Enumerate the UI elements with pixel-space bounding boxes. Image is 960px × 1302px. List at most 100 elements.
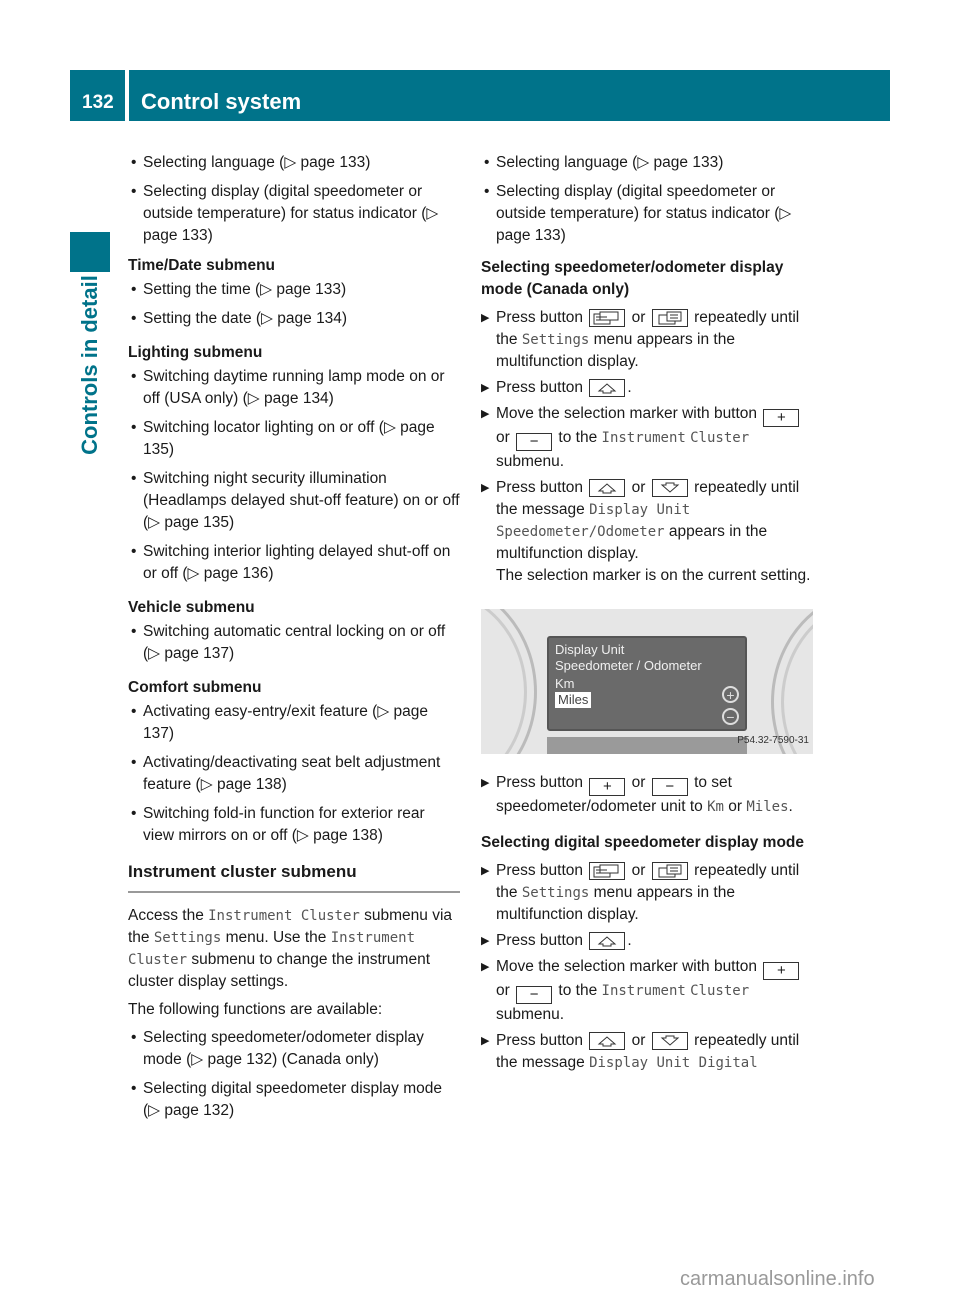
text: Press button bbox=[496, 862, 584, 879]
section-heading: Instrument cluster submenu bbox=[128, 861, 460, 893]
text: to the bbox=[558, 429, 598, 446]
minus-button-icon: − bbox=[651, 778, 688, 796]
text: or bbox=[631, 1032, 646, 1049]
step: Press button or repeatedly until the mes… bbox=[481, 477, 813, 587]
display-message: Display Unit bbox=[589, 502, 691, 518]
up-arrow-button-icon bbox=[589, 1032, 626, 1050]
page-title: Control system bbox=[129, 70, 890, 121]
text: the bbox=[496, 331, 518, 348]
display-back-button-icon bbox=[589, 309, 626, 327]
menu-name: Cluster bbox=[690, 983, 750, 999]
up-arrow-button-icon bbox=[589, 479, 626, 497]
display-message: Speedometer/Odometer bbox=[496, 524, 665, 540]
text: submenu. bbox=[496, 453, 565, 470]
submenu-heading: Lighting submenu bbox=[128, 344, 263, 361]
display-message: Display Unit Digital bbox=[589, 1055, 758, 1071]
list-item: Switching night security illumination (H… bbox=[128, 468, 460, 534]
text: to the bbox=[558, 982, 598, 999]
text: . bbox=[788, 798, 793, 815]
text: or bbox=[496, 429, 510, 446]
procedure-heading: Selecting digital speedometer display mo… bbox=[481, 834, 805, 851]
list-item: Selecting speedometer/odometer display m… bbox=[128, 1027, 460, 1071]
display-option: Km bbox=[555, 676, 575, 691]
list-item: Setting the time (▷ page 133) bbox=[128, 279, 460, 301]
side-tab: Controls in detail bbox=[70, 275, 110, 455]
list-item: Switching fold-in function for exterior … bbox=[128, 803, 460, 847]
page-number: 132 bbox=[70, 70, 125, 121]
text: the message bbox=[496, 1054, 585, 1071]
text: or bbox=[631, 862, 646, 879]
list-item: Selecting language (▷ page 133) bbox=[481, 152, 813, 174]
down-arrow-button-icon bbox=[651, 479, 688, 497]
display-forward-button-icon bbox=[651, 862, 688, 880]
step: Press button or repeatedly until the Set… bbox=[481, 860, 813, 926]
minus-button-icon: − bbox=[516, 433, 553, 451]
step: Press button or repeatedly until the mes… bbox=[481, 1030, 813, 1074]
side-tab-label: Controls in detail bbox=[77, 275, 102, 455]
submenu-heading: Comfort submenu bbox=[128, 679, 262, 696]
menu-name: Settings bbox=[153, 930, 222, 946]
list-item: Switching automatic central locking on o… bbox=[128, 621, 460, 665]
text: or bbox=[723, 798, 747, 815]
step: Press button . bbox=[481, 930, 813, 952]
list-item: Activating easy-entry/exit feature (▷ pa… bbox=[128, 701, 460, 745]
display-line: Speedometer / Odometer bbox=[555, 658, 702, 673]
minus-circle-icon: − bbox=[722, 708, 739, 725]
step: Press button or repeatedly until the Set… bbox=[481, 307, 813, 373]
step: Press button + or − to set speedometer/o… bbox=[481, 772, 813, 818]
paragraph: Access the Instrument Cluster submenu vi… bbox=[128, 905, 460, 993]
text: the message bbox=[496, 501, 585, 518]
text: Move the selection marker with button bbox=[496, 405, 758, 422]
text: repeatedly until bbox=[694, 309, 800, 326]
menu-name: Settings bbox=[521, 332, 590, 348]
list-item: Activating/deactivating seat belt adjust… bbox=[128, 752, 460, 796]
side-tab-block bbox=[70, 232, 110, 272]
text: repeatedly until bbox=[694, 1032, 800, 1049]
step: Press button . bbox=[481, 377, 813, 399]
text: Press button bbox=[496, 479, 584, 496]
down-arrow-button-icon bbox=[651, 1032, 688, 1050]
list-item: Selecting display (digital speedometer o… bbox=[481, 181, 813, 247]
text: or bbox=[631, 479, 646, 496]
text: or bbox=[631, 774, 646, 791]
minus-button-icon: − bbox=[516, 986, 553, 1004]
list-item: Setting the date (▷ page 134) bbox=[128, 308, 460, 330]
unit-option: Km bbox=[707, 799, 724, 815]
text: Press button bbox=[496, 932, 584, 949]
list-item: Selecting digital speedometer display mo… bbox=[128, 1078, 460, 1122]
list-item: Selecting display (digital speedometer o… bbox=[128, 181, 460, 247]
list-item: Switching daytime running lamp mode on o… bbox=[128, 366, 460, 410]
text: or bbox=[496, 982, 510, 999]
text: repeatedly until bbox=[694, 862, 800, 879]
display-back-button-icon bbox=[589, 862, 626, 880]
text: Press button bbox=[496, 309, 584, 326]
menu-name: Cluster bbox=[690, 430, 750, 446]
menu-name: Instrument Cluster bbox=[208, 908, 360, 924]
up-arrow-button-icon bbox=[589, 379, 626, 397]
plus-button-icon: + bbox=[763, 409, 800, 427]
right-column: Selecting language (▷ page 133) Selectin… bbox=[481, 152, 813, 1078]
menu-name: Settings bbox=[521, 885, 590, 901]
step: Move the selection marker with button + … bbox=[481, 956, 813, 1026]
text: menu. Use the bbox=[221, 929, 331, 946]
note: The selection marker is on the current s… bbox=[496, 567, 811, 584]
menu-name: Instrument bbox=[601, 430, 686, 446]
list-item: Selecting language (▷ page 133) bbox=[128, 152, 460, 174]
submenu-heading: Time/Date submenu bbox=[128, 257, 276, 274]
step: Move the selection marker with button + … bbox=[481, 403, 813, 473]
menu-name: Instrument bbox=[601, 983, 686, 999]
procedure-heading: Selecting speedometer/odometer display m… bbox=[481, 259, 784, 298]
display-option-selected: Miles bbox=[555, 692, 592, 708]
lower-display bbox=[547, 737, 747, 754]
plus-button-icon: + bbox=[763, 962, 800, 980]
plus-button-icon: + bbox=[589, 778, 626, 796]
text: Move the selection marker with button bbox=[496, 958, 758, 975]
text: submenu. bbox=[496, 1006, 565, 1023]
text: or bbox=[631, 309, 646, 326]
unit-option: Miles bbox=[746, 799, 789, 815]
figure-code: P54.32-7590-31 bbox=[737, 735, 809, 746]
up-arrow-button-icon bbox=[589, 932, 626, 950]
submenu-heading: Vehicle submenu bbox=[128, 599, 255, 616]
display-line: Display Unit bbox=[555, 642, 625, 657]
text: the bbox=[496, 884, 518, 901]
